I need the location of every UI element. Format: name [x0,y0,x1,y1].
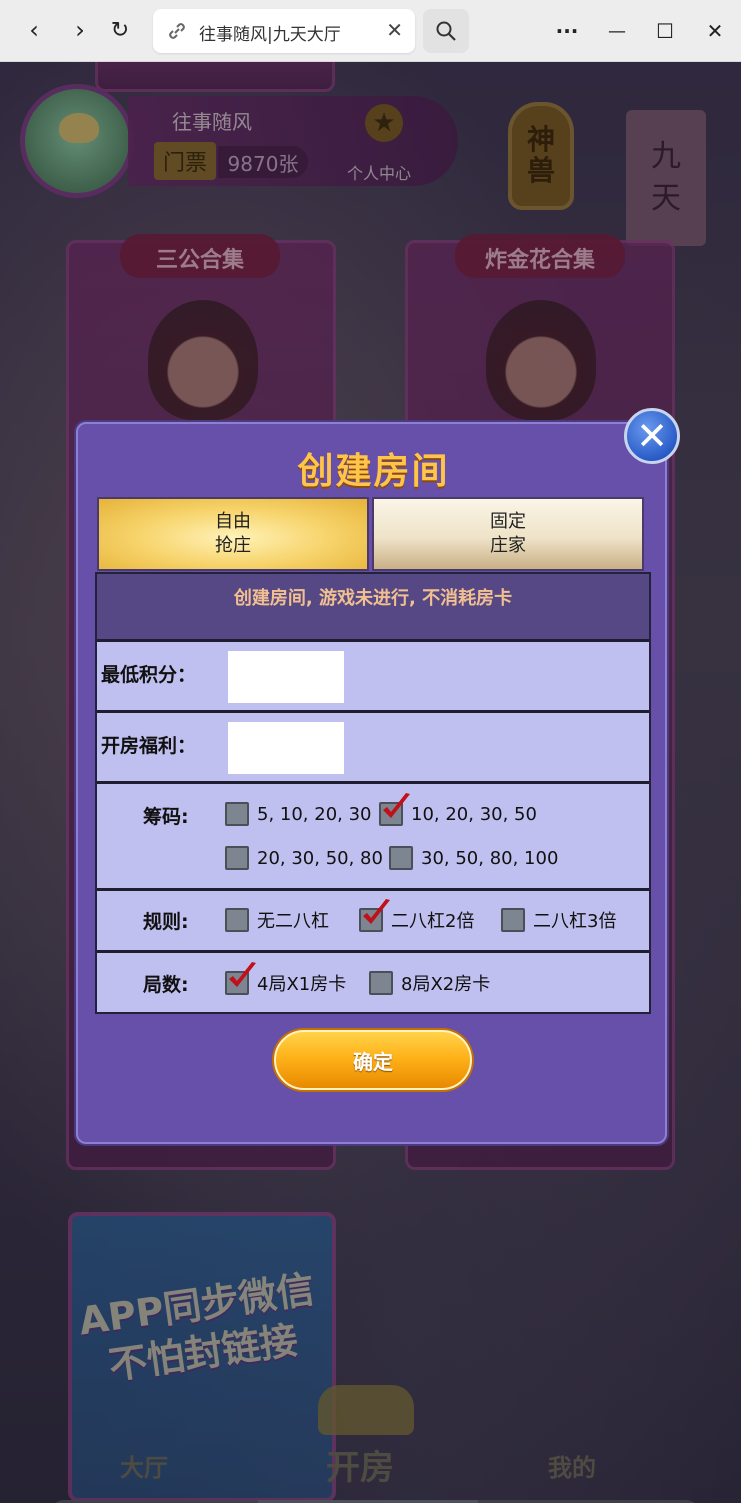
option-label: 10, 20, 30, 50 [411,803,537,825]
room-settings-form: 创建房间, 游戏未进行, 不消耗房卡 最低积分： 开房福利： 筹码: 5, 10… [95,572,651,1014]
tab-fixed-banker[interactable]: 固定 庄家 [372,497,644,571]
min-score-input[interactable] [228,651,344,703]
rules-row: 规则: 无二八杠 二八杠2倍 二八杠3倍 [97,891,649,953]
dialog-close-icon[interactable]: ✕ [624,408,680,464]
option-label: 30, 50, 80, 100 [421,847,559,869]
rules-option[interactable]: 二八杠2倍 [359,899,475,933]
option-label: 二八杠3倍 [533,911,617,932]
option-label: 5, 10, 20, 30 [257,803,372,825]
rounds-label: 局数: [143,974,189,996]
more-icon[interactable]: ··· [550,14,584,48]
forward-icon[interactable]: › [62,12,98,48]
checkbox[interactable] [369,971,393,995]
checkbox[interactable] [501,908,525,932]
option-label: 二八杠2倍 [391,911,475,932]
chips-option[interactable]: 10, 20, 30, 50 [379,793,537,826]
checkbox[interactable] [379,793,410,826]
option-label: 20, 30, 50, 80 [257,847,383,869]
min-score-label: 最低积分： [101,664,197,686]
tab-fixed-line2: 庄家 [490,535,526,556]
checkmark-icon [363,899,390,924]
search-button[interactable] [423,9,469,53]
checkbox[interactable] [225,802,249,826]
chips-option[interactable]: 30, 50, 80, 100 [389,846,558,870]
search-icon [436,21,456,41]
chips-option[interactable]: 20, 30, 50, 80 [225,846,383,870]
minimize-icon[interactable]: — [600,14,634,48]
bonus-label: 开房福利： [101,735,197,757]
rules-label: 规则: [143,911,189,933]
dialog-title: 创建房间 [297,451,450,492]
tab-title: 往事随风|九天大厅 [199,25,341,45]
notice-row: 创建房间, 游戏未进行, 不消耗房卡 [97,574,649,642]
tab-close-icon[interactable]: ✕ [386,18,403,42]
bonus-input[interactable] [228,722,344,774]
checkbox[interactable] [389,846,413,870]
confirm-button[interactable]: 确定 [274,1030,472,1090]
checkbox[interactable] [359,899,390,932]
tab-free-grab-banker[interactable]: 自由 抢庄 [97,497,369,571]
link-icon [169,23,185,39]
checkbox[interactable] [225,846,249,870]
chips-row: 筹码: 5, 10, 20, 30 10, 20, 30, 50 20, 30,… [97,784,649,891]
rounds-option[interactable]: 4局X1房卡 [225,962,347,996]
chips-label: 筹码: [143,806,189,828]
option-label: 4局X1房卡 [257,974,347,995]
create-room-dialog: 创建房间 自由 抢庄 固定 庄家 创建房间, 游戏未进行, 不消耗房卡 最低积分… [76,422,667,1144]
browser-tab[interactable]: 往事随风|九天大厅 ✕ [153,9,415,53]
browser-toolbar: ‹ › ↻ 往事随风|九天大厅 ✕ ··· — ☐ ✕ [0,0,741,62]
notice-text: 创建房间, 游戏未进行, 不消耗房卡 [233,588,513,609]
rounds-row: 局数: 4局X1房卡 8局X2房卡 [97,953,649,1012]
reload-icon[interactable]: ↻ [102,12,138,48]
maximize-icon[interactable]: ☐ [648,14,682,48]
checkbox[interactable] [225,962,256,995]
rounds-option[interactable]: 8局X2房卡 [369,970,490,996]
option-label: 无二八杠 [257,911,329,932]
rules-option[interactable]: 无二八杠 [225,907,329,933]
tab-free-line2: 抢庄 [215,535,251,556]
rules-option[interactable]: 二八杠3倍 [501,907,616,933]
min-score-row: 最低积分： [97,642,649,713]
screen: ‹ › ↻ 往事随风|九天大厅 ✕ ··· — ☐ ✕ 往事随风 门票 9870… [0,0,741,1503]
checkmark-icon [229,962,256,987]
checkmark-icon [383,793,410,818]
tab-fixed-line1: 固定 [490,510,526,532]
tab-free-line1: 自由 [215,510,251,532]
window-close-icon[interactable]: ✕ [698,14,732,48]
option-label: 8局X2房卡 [401,974,491,995]
bonus-row: 开房福利： [97,713,649,784]
back-icon[interactable]: ‹ [16,12,52,48]
checkbox[interactable] [225,908,249,932]
chips-option[interactable]: 5, 10, 20, 30 [225,802,372,826]
